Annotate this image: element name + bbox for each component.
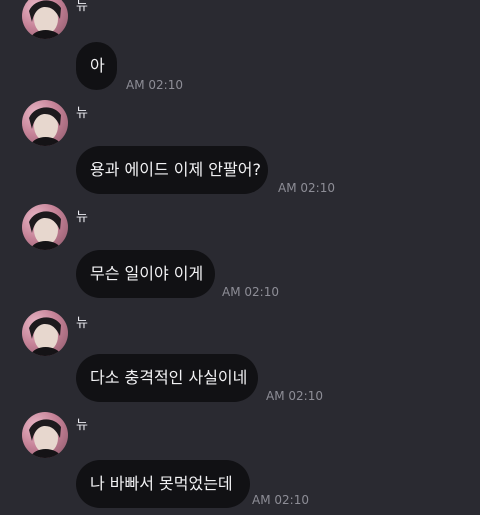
sender-name: 뉴 <box>76 418 88 433</box>
sender-name: 뉴 <box>76 210 88 225</box>
message-bubble: 나 바빠서 못먹었는데 <box>76 460 250 508</box>
message-bubble: 용과 에이드 이제 안팔어? <box>76 146 268 194</box>
message-bubble: 무슨 일이야 이게 <box>76 250 215 298</box>
avatar[interactable] <box>22 0 68 39</box>
message-timestamp: AM 02:10 <box>252 493 309 507</box>
avatar[interactable] <box>22 310 68 356</box>
message-timestamp: AM 02:10 <box>126 78 183 92</box>
message-timestamp: AM 02:10 <box>278 181 335 195</box>
message-bubble: 아 <box>76 42 117 90</box>
avatar[interactable] <box>22 412 68 458</box>
profile-photo-icon <box>29 211 62 250</box>
profile-photo-icon <box>29 107 62 146</box>
profile-photo-icon <box>29 419 62 458</box>
avatar[interactable] <box>22 100 68 146</box>
sender-name: 뉴 <box>76 316 88 331</box>
message-timestamp: AM 02:10 <box>222 285 279 299</box>
sender-name: 뉴 <box>76 0 88 14</box>
profile-photo-icon <box>29 317 62 356</box>
message-bubble: 다소 충격적인 사실이네 <box>76 354 258 402</box>
chat-screen: 뉴 아 AM 02:10 뉴 용과 에이드 이제 안팔어? AM 02:10 뉴… <box>0 0 480 515</box>
sender-name: 뉴 <box>76 106 88 121</box>
profile-photo-icon <box>29 0 62 39</box>
message-timestamp: AM 02:10 <box>266 389 323 403</box>
avatar[interactable] <box>22 204 68 250</box>
